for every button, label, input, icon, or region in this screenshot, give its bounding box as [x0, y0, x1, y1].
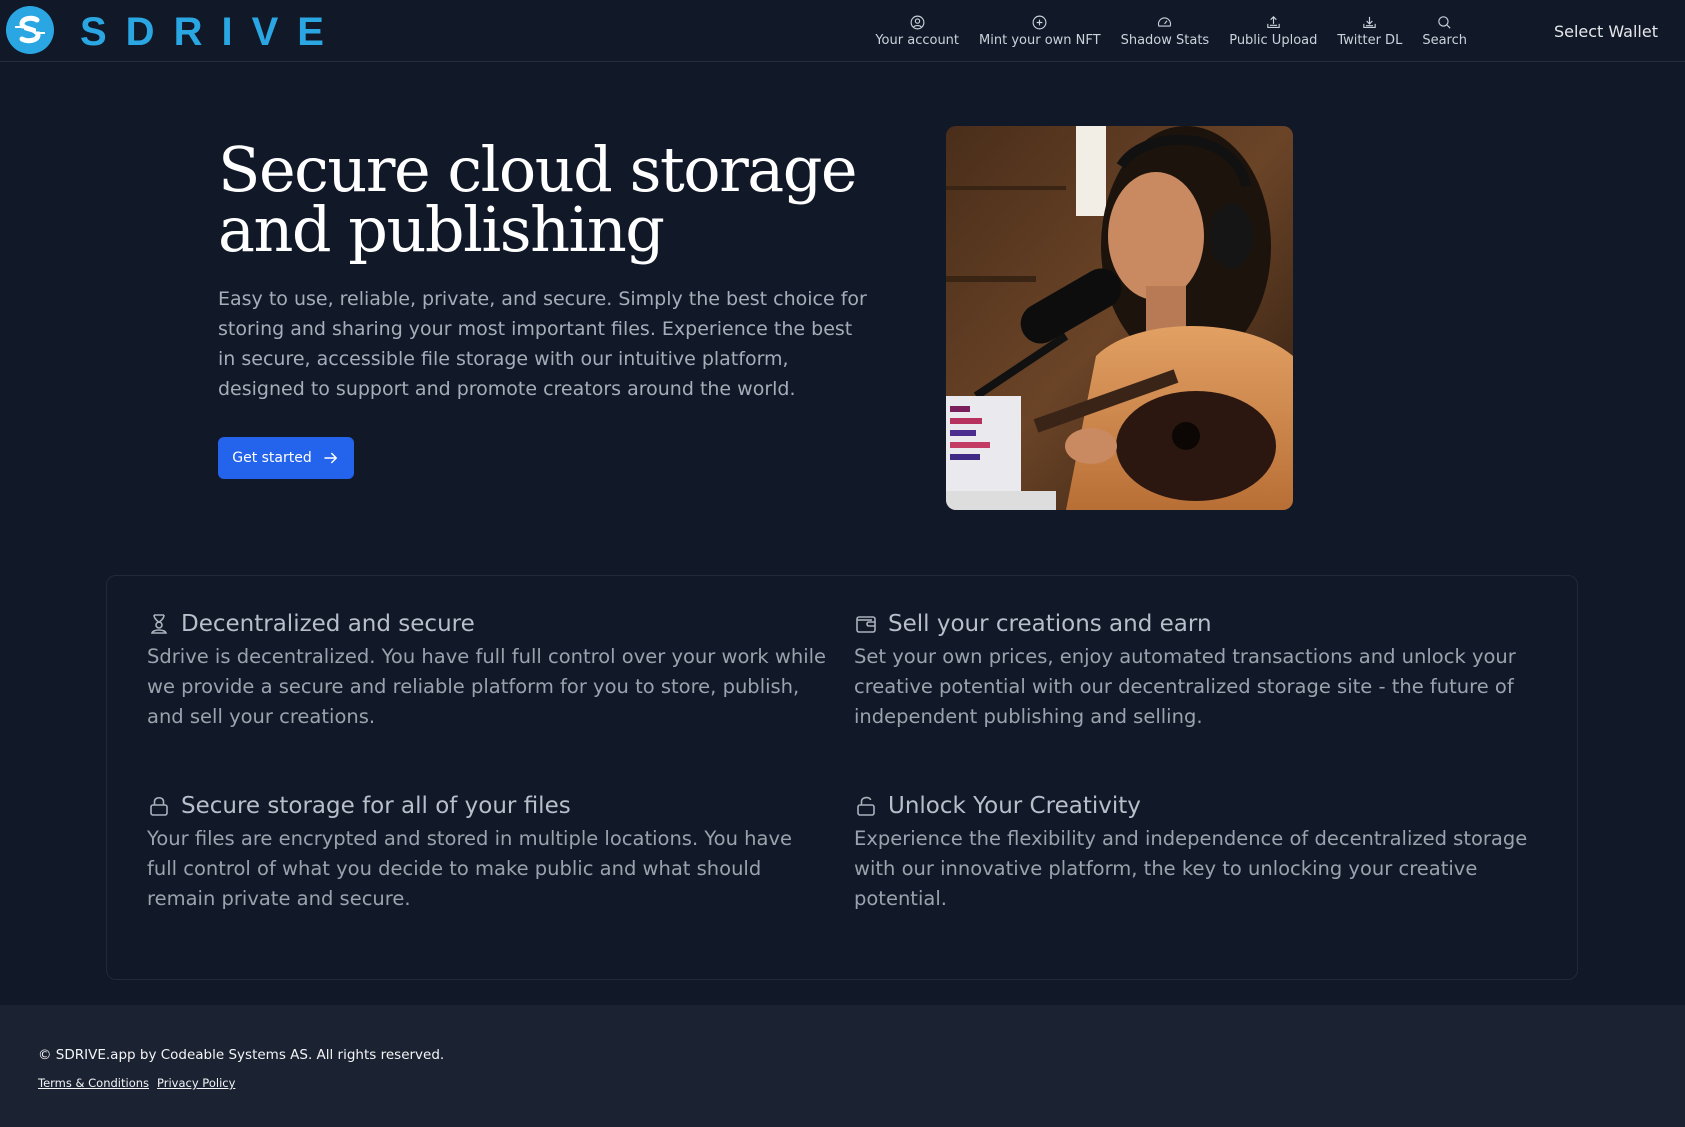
get-started-button[interactable]: Get started [218, 437, 354, 479]
nav-label: Your account [875, 33, 960, 48]
gauge-icon [1158, 17, 1172, 27]
sdrive-logo-icon[interactable] [6, 6, 54, 54]
lock-icon [150, 796, 168, 816]
nav-search[interactable]: Search [1412, 14, 1477, 48]
feature-unlock-creativity: Unlock Your Creativity Experience the fl… [854, 791, 1534, 914]
copyright-text: © SDRIVE.app by Codeable Systems AS. All… [38, 1047, 445, 1063]
feature-title: Decentralized and secure [181, 611, 475, 637]
feature-title: Secure storage for all of your files [181, 793, 571, 819]
feature-secure-storage: Secure storage for all of your files You… [147, 791, 827, 914]
hero-description: Easy to use, reliable, private, and secu… [218, 288, 867, 400]
download-icon [1363, 16, 1377, 29]
top-navbar: SDRIVE Your account Mint your own NFT Sh… [0, 0, 1685, 62]
select-wallet-button[interactable]: Select Wallet [1554, 22, 1658, 41]
footer-links: Terms & Conditions Privacy Policy [38, 1076, 235, 1090]
feature-text: Sdrive is decentralized. You have full f… [147, 645, 827, 728]
nav-label: Shadow Stats [1120, 33, 1210, 48]
nav-your-account[interactable]: Your account [865, 14, 969, 48]
feature-title: Sell your creations and earn [888, 611, 1212, 637]
brand-name[interactable]: SDRIVE [80, 12, 343, 52]
wallet-icon [856, 616, 876, 633]
feature-sell-creations: Sell your creations and earn Set your ow… [854, 609, 1534, 732]
feature-decentralized: Decentralized and secure Sdrive is decen… [147, 609, 827, 732]
hourglass-user-icon [150, 614, 168, 634]
feature-text: Set your own prices, enjoy automated tra… [854, 645, 1516, 728]
upload-icon [1267, 16, 1280, 29]
get-started-label: Get started [232, 450, 312, 466]
plus-circle-icon [1032, 15, 1047, 30]
nav-shadow-stats[interactable]: Shadow Stats [1111, 14, 1220, 48]
nav-label: Search [1422, 33, 1467, 48]
user-circle-icon [910, 15, 925, 30]
main-nav: Your account Mint your own NFT Shadow St… [865, 14, 1477, 48]
features-panel: Decentralized and secure Sdrive is decen… [106, 575, 1578, 980]
nav-mint-nft[interactable]: Mint your own NFT [969, 14, 1111, 48]
nav-label: Public Upload [1229, 33, 1318, 48]
nav-twitter-dl[interactable]: Twitter DL [1327, 14, 1412, 48]
nav-label: Twitter DL [1337, 33, 1403, 48]
terms-link[interactable]: Terms & Conditions [38, 1076, 149, 1090]
search-icon [1438, 16, 1451, 29]
nav-label: Mint your own NFT [979, 33, 1101, 48]
feature-text: Experience the flexibility and independe… [854, 827, 1528, 910]
footer: © SDRIVE.app by Codeable Systems AS. All… [0, 1005, 1685, 1127]
feature-title: Unlock Your Creativity [888, 793, 1141, 819]
nav-public-upload[interactable]: Public Upload [1219, 14, 1327, 48]
privacy-link[interactable]: Privacy Policy [157, 1076, 235, 1090]
unlock-icon [857, 796, 875, 816]
arrow-right-icon [324, 452, 337, 464]
feature-text: Your files are encrypted and stored in m… [147, 827, 793, 910]
hero-photo-musician [946, 126, 1293, 510]
hero-title: Secure cloud storage and publishing [218, 133, 858, 266]
